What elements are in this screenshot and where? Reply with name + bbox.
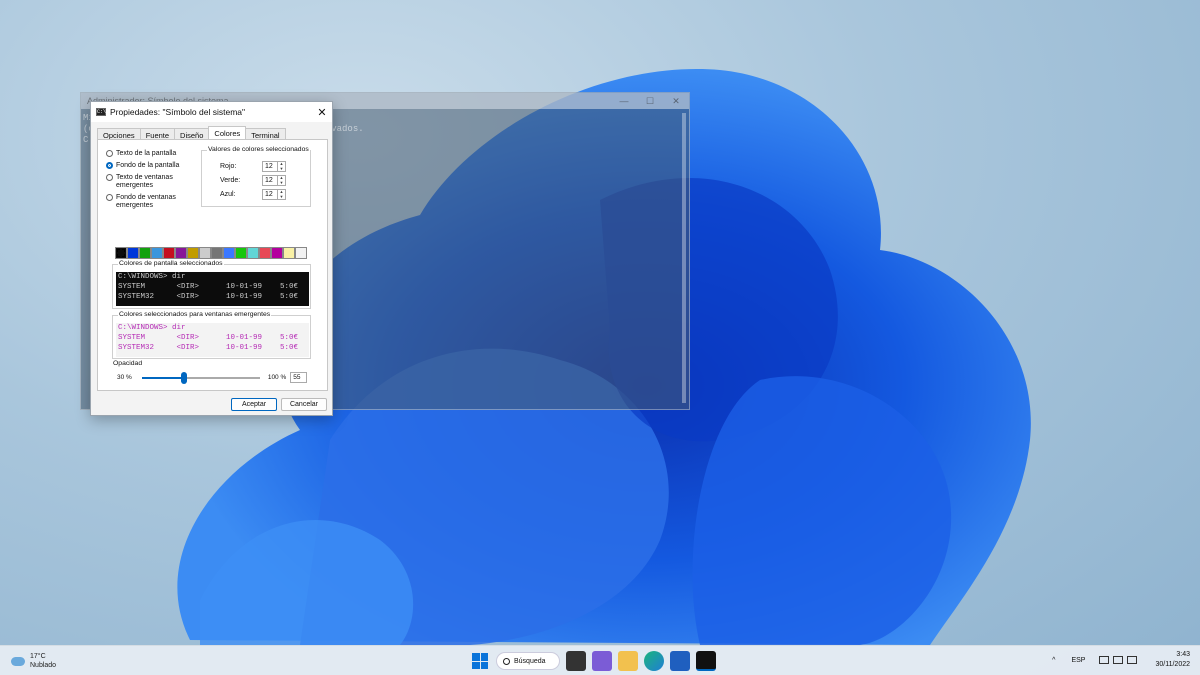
windows-start-icon[interactable] (470, 651, 490, 671)
taskbar-center: Búsqueda (470, 651, 722, 671)
color-swatch[interactable] (295, 247, 307, 259)
rojo-spinner[interactable]: ▲ ▼ (278, 161, 286, 172)
popup-colors-group: Colores seleccionados para ventanas emer… (112, 311, 311, 359)
properties-dialog[interactable]: C:\ Propiedades: "Símbolo del sistema" ✕… (90, 101, 333, 416)
group-legend: Valores de colores seleccionados (207, 146, 310, 153)
dialog-title: Propiedades: "Símbolo del sistema" (110, 107, 246, 117)
quick-settings[interactable] (1099, 656, 1141, 664)
rojo-field[interactable]: 12 (262, 161, 278, 172)
volume-icon (1113, 656, 1124, 664)
console-app-icon: C:\ (96, 108, 107, 116)
colores-panel: Texto de la pantalla Fondo de la pantall… (97, 139, 328, 391)
rojo-row: Rojo: 12 ▲ ▼ (220, 161, 286, 172)
color-swatch[interactable] (115, 247, 127, 259)
search-button[interactable]: Búsqueda (496, 652, 560, 670)
verde-row: Verde: 12 ▲ ▼ (220, 175, 286, 186)
color-target-radios: Texto de la pantalla Fondo de la pantall… (106, 150, 196, 214)
radio-dot[interactable] (106, 174, 113, 181)
opacity-min-label: 30 % (117, 374, 132, 381)
dialog-titlebar[interactable]: C:\ Propiedades: "Símbolo del sistema" ✕ (91, 102, 332, 122)
screen-colors-preview: C:\WINDOWS> dir SYSTEM <DIR> 10-01-99 5:0… (116, 272, 309, 306)
color-swatch[interactable] (139, 247, 151, 259)
cloud-icon (11, 656, 25, 666)
opacity-max-label: 100 % (267, 374, 287, 381)
group-legend: Colores seleccionados para ventanas emer… (118, 311, 272, 318)
minimize-button[interactable]: — (611, 96, 637, 107)
group-legend: Opacidad (112, 360, 144, 367)
color-swatch[interactable] (175, 247, 187, 259)
network-icon (1099, 656, 1110, 664)
verde-spinner[interactable]: ▲ ▼ (278, 175, 286, 186)
store-icon[interactable] (670, 651, 690, 671)
task-view-icon[interactable] (566, 651, 586, 671)
opacity-slider-thumb[interactable] (181, 371, 188, 384)
maximize-button[interactable]: ☐ (637, 96, 663, 107)
clock[interactable]: 3:43 30/11/2022 (1155, 650, 1190, 670)
file-explorer-icon[interactable] (618, 651, 638, 671)
clock-time: 3:43 (1176, 651, 1190, 658)
close-icon[interactable]: ✕ (663, 96, 689, 107)
azul-field[interactable]: 12 (262, 189, 278, 200)
color-swatch[interactable] (283, 247, 295, 259)
color-swatch[interactable] (271, 247, 283, 259)
color-swatch[interactable] (223, 247, 235, 259)
radio-texto-pantalla[interactable]: Texto de la pantalla (106, 150, 196, 158)
color-swatch[interactable] (151, 247, 163, 259)
dialog-tabs: Opciones Fuente Diseño Colores Terminal (91, 122, 332, 141)
color-swatch[interactable] (163, 247, 175, 259)
radio-fondo-emergentes[interactable]: Fondo de ventanas emergentes (106, 194, 196, 210)
cancel-button[interactable]: Cancelar (281, 398, 327, 411)
verde-field[interactable]: 12 (262, 175, 278, 186)
azul-spinner[interactable]: ▲ ▼ (278, 189, 286, 200)
clock-date: 30/11/2022 (1155, 661, 1190, 668)
selected-color-values-group: Valores de colores seleccionados Rojo: 1… (201, 146, 311, 207)
opacity-group: Opacidad 30 % 100 % 55 (112, 360, 311, 396)
popup-colors-preview: C:\WINDOWS> dir SYSTEM <DIR> 10-01-99 5:0… (116, 323, 309, 357)
radio-fondo-pantalla[interactable]: Fondo de la pantalla (106, 162, 196, 170)
color-swatch[interactable] (235, 247, 247, 259)
tray-overflow-chevron-icon[interactable]: ^ (1052, 657, 1055, 664)
terminal-icon[interactable] (696, 651, 716, 671)
teams-chat-icon[interactable] (592, 651, 612, 671)
weather-temp: 17°C (30, 653, 46, 660)
color-swatch[interactable] (247, 247, 259, 259)
radio-dot[interactable] (106, 194, 113, 201)
color-swatch[interactable] (211, 247, 223, 259)
color-swatch[interactable] (127, 247, 139, 259)
color-swatch[interactable] (187, 247, 199, 259)
language-indicator[interactable]: ESP (1071, 657, 1085, 664)
edge-icon[interactable] (644, 651, 664, 671)
group-legend: Colores de pantalla seleccionados (118, 260, 224, 267)
weather-widget[interactable]: 17°C Nublado (11, 652, 56, 670)
screen-colors-group: Colores de pantalla seleccionados C:\WIN… (112, 260, 311, 309)
battery-icon (1127, 656, 1138, 664)
opacity-row: 30 % 100 % 55 (117, 371, 308, 384)
dialog-close-icon[interactable]: ✕ (312, 106, 332, 119)
weather-desc: Nublado (30, 662, 57, 669)
opacity-slider-fill (141, 376, 185, 379)
color-swatch[interactable] (199, 247, 211, 259)
accept-button[interactable]: Aceptar (231, 398, 277, 411)
console-scrollbar[interactable] (682, 113, 686, 403)
color-swatch[interactable] (259, 247, 271, 259)
search-icon (503, 657, 510, 665)
radio-dot-selected[interactable] (106, 162, 113, 169)
azul-row: Azul: 12 ▲ ▼ (220, 189, 286, 200)
color-palette (115, 247, 307, 259)
opacity-slider[interactable] (141, 371, 260, 384)
system-tray: ^ ESP 3:43 30/11/2022 (1052, 650, 1190, 670)
radio-dot[interactable] (106, 150, 113, 157)
taskbar: 17°C Nublado Búsqueda ^ ESP 3:43 30/11/2… (0, 645, 1200, 675)
dialog-buttons: Aceptar Cancelar (227, 398, 327, 411)
opacity-value-field[interactable]: 55 (290, 372, 308, 383)
radio-texto-emergentes[interactable]: Texto de ventanas emergentes (106, 174, 196, 190)
